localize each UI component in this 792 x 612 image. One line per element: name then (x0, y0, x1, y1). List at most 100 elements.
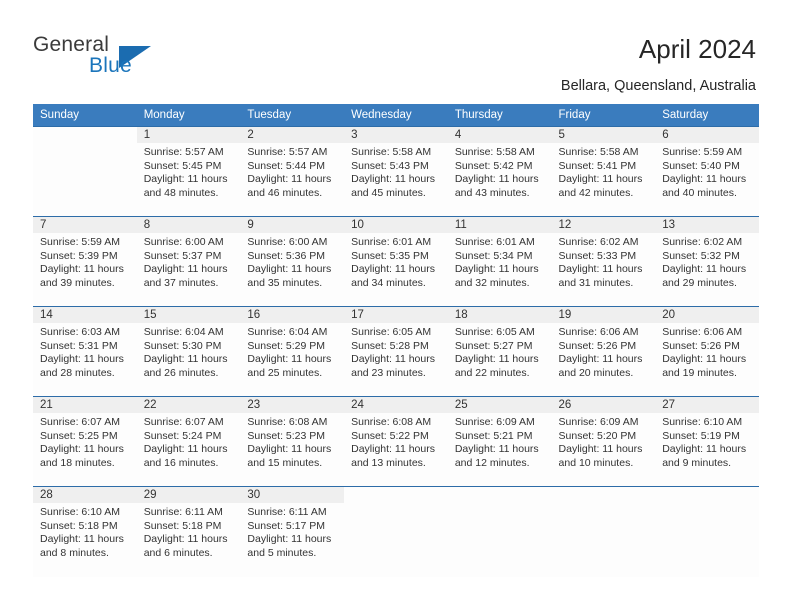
calendar-day-cell[interactable]: 8 Sunrise: 6:00 AM Sunset: 5:37 PM Daylight… (136, 216, 241, 307)
calendar-day-cell[interactable]: 19 Sunrise: 6:06 AM Sunset: 5:26 PM Dayligh… (551, 306, 656, 397)
calendar-day-cell[interactable]: 7 Sunrise: 5:59 AM Sunset: 5:39 PM Daylight… (33, 216, 137, 307)
calendar-day-cell[interactable]: 12 Sunrise: 6:02 AM Sunset: 5:33 PM Dayligh… (551, 216, 656, 307)
calendar-day-cell[interactable]: 27 Sunrise: 6:10 AM Sunset: 5:19 PM Dayligh… (655, 396, 759, 487)
calendar-day-cell[interactable]: 10 Sunrise: 6:01 AM Sunset: 5:35 PM Dayligh… (344, 216, 448, 307)
calendar-day-cell[interactable]: 4 Sunrise: 5:58 AM Sunset: 5:42 PM Daylight… (447, 126, 552, 217)
day-detail-line: Daylight: 11 hours (662, 443, 747, 456)
day-detail-line: and 16 minutes. (143, 456, 219, 469)
weekday-header-friday: Friday (551, 104, 656, 127)
day-detail-line: Sunset: 5:26 PM (662, 339, 740, 352)
day-detail-line: Sunset: 5:40 PM (662, 159, 740, 172)
day-detail-line: and 5 minutes. (247, 546, 317, 559)
day-detail-line: and 37 minutes. (143, 276, 219, 289)
day-details: Sunrise: 6:09 AM Sunset: 5:21 PM Daylight:… (448, 413, 552, 470)
day-details: Sunrise: 6:02 AM Sunset: 5:33 PM Daylight:… (552, 233, 656, 290)
day-detail-line: Daylight: 11 hours (143, 263, 228, 276)
weekday-header-monday: Monday (136, 104, 241, 127)
calendar-day-cell[interactable]: 29 Sunrise: 6:11 AM Sunset: 5:18 PM Dayligh… (136, 486, 241, 577)
calendar-day-cell[interactable]: 16 Sunrise: 6:04 AM Sunset: 5:29 PM Dayligh… (240, 306, 345, 397)
day-number: 8 (136, 217, 241, 233)
day-detail-line: Sunset: 5:25 PM (40, 429, 118, 442)
day-detail-line: Sunrise: 6:05 AM (351, 326, 432, 338)
calendar-day-cell[interactable]: 26 Sunrise: 6:09 AM Sunset: 5:20 PM Dayligh… (551, 396, 656, 487)
calendar-day-cell[interactable]: 22 Sunrise: 6:07 AM Sunset: 5:24 PM Dayligh… (136, 396, 241, 487)
day-detail-line: Daylight: 11 hours (247, 443, 332, 456)
day-detail-line: and 31 minutes. (558, 276, 634, 289)
calendar-day-cell[interactable]: 25 Sunrise: 6:09 AM Sunset: 5:21 PM Dayligh… (447, 396, 552, 487)
day-detail-line: Sunset: 5:21 PM (454, 429, 533, 442)
day-number: 28 (33, 487, 137, 503)
day-details: Sunrise: 6:11 AM Sunset: 5:17 PM Daylight:… (240, 503, 344, 560)
day-detail-line: Daylight: 11 hours (351, 443, 435, 456)
day-number: 11 (447, 217, 552, 233)
day-detail-line: Daylight: 11 hours (143, 533, 228, 546)
day-detail-line: and 6 minutes. (143, 546, 213, 559)
calendar-day-cell[interactable]: 23 Sunrise: 6:08 AM Sunset: 5:23 PM Dayligh… (240, 396, 345, 487)
calendar-day-cell[interactable]: 2 Sunrise: 5:57 AM Sunset: 5:44 PM Daylight… (240, 126, 345, 217)
day-detail-line: and 39 minutes. (40, 276, 115, 289)
calendar-day-cell[interactable]: 18 Sunrise: 6:05 AM Sunset: 5:27 PM Dayligh… (447, 306, 552, 397)
calendar-day-cell[interactable]: 17 Sunrise: 6:05 AM Sunset: 5:28 PM Dayligh… (344, 306, 448, 397)
day-number: 29 (136, 487, 241, 503)
calendar-day-cell[interactable]: 14 Sunrise: 6:03 AM Sunset: 5:31 PM Dayligh… (33, 306, 137, 397)
day-details: Sunrise: 5:58 AM Sunset: 5:43 PM Daylight:… (344, 143, 448, 200)
day-detail-line: Sunset: 5:28 PM (351, 339, 429, 352)
day-number: 26 (551, 397, 656, 413)
day-detail-line: and 40 minutes. (662, 186, 737, 199)
day-detail-line: and 20 minutes. (558, 366, 634, 379)
calendar-day-cell[interactable]: 5 Sunrise: 5:58 AM Sunset: 5:41 PM Daylight… (551, 126, 656, 217)
calendar-day-cell[interactable]: 24 Sunrise: 6:08 AM Sunset: 5:22 PM Dayligh… (344, 396, 448, 487)
day-detail-line: Sunrise: 6:08 AM (351, 416, 432, 428)
day-detail-line: Sunrise: 5:59 AM (40, 236, 120, 248)
day-detail-line: Daylight: 11 hours (143, 443, 228, 456)
calendar-day-cell[interactable]: 15 Sunrise: 6:04 AM Sunset: 5:30 PM Dayligh… (136, 306, 241, 397)
day-number: 12 (551, 217, 656, 233)
day-detail-line: Daylight: 11 hours (558, 353, 643, 366)
day-detail-line: Sunrise: 6:04 AM (247, 326, 328, 338)
day-detail-line: Sunset: 5:30 PM (143, 339, 222, 352)
calendar-day-cell[interactable]: 13 Sunrise: 6:02 AM Sunset: 5:32 PM Dayligh… (655, 216, 759, 307)
day-detail-line: Sunset: 5:41 PM (558, 159, 637, 172)
calendar-day-cell[interactable]: 9 Sunrise: 6:00 AM Sunset: 5:36 PM Daylight… (240, 216, 345, 307)
day-detail-line: and 13 minutes. (351, 456, 426, 469)
day-detail-line: and 15 minutes. (247, 456, 323, 469)
day-detail-line: and 43 minutes. (454, 186, 530, 199)
day-detail-line: Sunset: 5:27 PM (454, 339, 533, 352)
day-detail-line: Sunrise: 6:02 AM (558, 236, 639, 248)
day-details: Sunrise: 6:06 AM Sunset: 5:26 PM Daylight:… (552, 323, 656, 380)
weekday-header-tuesday: Tuesday (240, 104, 345, 127)
day-detail-line: Daylight: 11 hours (558, 443, 643, 456)
calendar-page: General Blue April 2024 Bellara, Queensl… (0, 0, 792, 612)
day-detail-line: Sunset: 5:35 PM (351, 249, 429, 262)
day-detail-line: and 9 minutes. (662, 456, 732, 469)
day-detail-line: Sunrise: 6:07 AM (143, 416, 224, 428)
day-details: Sunrise: 6:04 AM Sunset: 5:29 PM Daylight:… (240, 323, 344, 380)
day-detail-line: and 19 minutes. (662, 366, 737, 379)
calendar-day-cell[interactable]: 6 Sunrise: 5:59 AM Sunset: 5:40 PM Daylight… (655, 126, 759, 217)
calendar-day-cell[interactable]: 30 Sunrise: 6:11 AM Sunset: 5:17 PM Dayligh… (240, 486, 345, 577)
day-detail-line: Sunrise: 6:10 AM (662, 416, 743, 428)
day-detail-line: Daylight: 11 hours (351, 353, 435, 366)
day-detail-line: Daylight: 11 hours (558, 263, 643, 276)
day-number: 14 (33, 307, 137, 323)
day-number: 9 (240, 217, 345, 233)
day-detail-line: and 32 minutes. (454, 276, 530, 289)
day-number: 23 (240, 397, 345, 413)
calendar-table: Sunday Monday Tuesday Wednesday Thursday Frid… (33, 104, 759, 577)
calendar-day-cell[interactable]: 3 Sunrise: 5:58 AM Sunset: 5:43 PM Daylight… (344, 126, 448, 217)
day-detail-line: Sunset: 5:31 PM (40, 339, 118, 352)
calendar-day-cell[interactable]: 28 Sunrise: 6:10 AM Sunset: 5:18 PM Dayligh… (33, 486, 137, 577)
day-number (655, 487, 759, 503)
calendar-day-cell[interactable]: 21 Sunrise: 6:07 AM Sunset: 5:25 PM Dayligh… (33, 396, 137, 487)
day-number: 21 (33, 397, 137, 413)
calendar-day-cell[interactable]: 11 Sunrise: 6:01 AM Sunset: 5:34 PM Dayligh… (447, 216, 552, 307)
day-details: Sunrise: 5:59 AM Sunset: 5:39 PM Daylight:… (33, 233, 137, 290)
calendar-empty-cell (33, 126, 137, 217)
day-detail-line: Sunrise: 6:11 AM (247, 506, 327, 518)
day-number: 19 (551, 307, 656, 323)
calendar-empty-cell (655, 486, 759, 577)
brand-logo[interactable]: General Blue (33, 33, 163, 81)
calendar-day-cell[interactable]: 20 Sunrise: 6:06 AM Sunset: 5:26 PM Dayligh… (655, 306, 759, 397)
day-details: Sunrise: 6:07 AM Sunset: 5:24 PM Daylight:… (137, 413, 241, 470)
calendar-day-cell[interactable]: 1 Sunrise: 5:57 AM Sunset: 5:45 PM Daylight… (136, 126, 241, 217)
